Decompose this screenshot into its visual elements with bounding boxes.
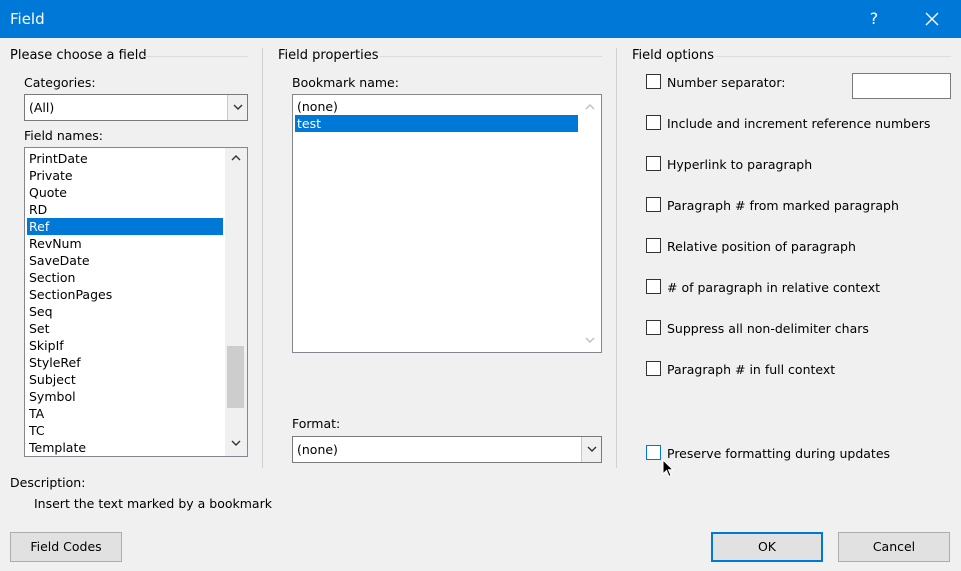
options-group-title: Field options <box>632 48 715 63</box>
field-name-item[interactable]: Section <box>27 269 223 286</box>
choose-group-title: Please choose a field <box>10 48 147 63</box>
option-label[interactable]: Include and increment reference numbers <box>667 116 930 131</box>
field-names-list[interactable]: PrintDate Private Quote RD Ref RevNum SaveDate… <box>24 147 248 457</box>
field-name-item[interactable]: SaveDate <box>27 252 223 269</box>
number-separator-input[interactable] <box>852 73 951 99</box>
field-name-item[interactable]: Set <box>27 320 223 337</box>
field-name-item[interactable]: Quote <box>27 184 223 201</box>
bookmark-item[interactable]: test <box>295 115 578 132</box>
chevron-down-icon[interactable] <box>585 337 595 344</box>
field-name-item[interactable]: Symbol <box>27 388 223 405</box>
option-checkbox[interactable] <box>646 197 661 212</box>
bookmark-list[interactable]: (none) test <box>292 94 602 353</box>
option-checkbox[interactable] <box>646 320 661 335</box>
field-name-item[interactable]: TC <box>27 422 223 439</box>
field-name-item[interactable]: Subject <box>27 371 223 388</box>
preserve-formatting-label[interactable]: Preserve formatting during updates <box>667 446 890 461</box>
properties-group-line <box>380 56 602 57</box>
bookmark-name-label: Bookmark name: <box>292 75 399 90</box>
option-checkbox[interactable] <box>646 156 661 171</box>
cancel-button[interactable]: Cancel <box>838 532 950 562</box>
description-text: Insert the text marked by a bookmark <box>34 496 272 511</box>
field-names-scrollbar[interactable] <box>225 148 247 456</box>
option-label[interactable]: Suppress all non-delimiter chars <box>667 321 869 336</box>
option-checkbox[interactable] <box>646 115 661 130</box>
field-name-item[interactable]: SkipIf <box>27 337 223 354</box>
bookmark-item[interactable]: (none) <box>295 98 578 115</box>
choose-group-line <box>142 56 248 57</box>
mouse-cursor-icon <box>662 459 674 478</box>
option-label[interactable]: Paragraph # in full context <box>667 362 835 377</box>
field-codes-button[interactable]: Field Codes <box>10 532 122 562</box>
help-button[interactable]: ? <box>862 7 886 31</box>
column-divider <box>616 48 617 468</box>
option-checkbox[interactable] <box>646 238 661 253</box>
field-name-item[interactable]: SectionPages <box>27 286 223 303</box>
column-divider <box>262 48 263 468</box>
close-button[interactable] <box>912 0 952 38</box>
option-label[interactable]: # of paragraph in relative context <box>667 280 880 295</box>
field-name-item[interactable]: RevNum <box>27 235 223 252</box>
option-label[interactable]: Relative position of paragraph <box>667 239 856 254</box>
title-bar: Field ? <box>0 0 961 38</box>
field-name-item[interactable]: StyleRef <box>27 354 223 371</box>
field-names-label: Field names: <box>24 128 103 143</box>
properties-group-title: Field properties <box>278 48 379 63</box>
chevron-up-icon[interactable] <box>231 154 241 161</box>
preserve-formatting-checkbox[interactable] <box>646 445 661 460</box>
field-name-item[interactable]: Seq <box>27 303 223 320</box>
format-value: (none) <box>297 442 338 457</box>
options-group-line <box>716 56 951 57</box>
window-title: Field <box>10 10 45 28</box>
format-combo[interactable]: (none) <box>292 436 602 463</box>
field-name-item[interactable]: TA <box>27 405 223 422</box>
categories-label: Categories: <box>24 75 96 90</box>
field-name-item[interactable]: Ref <box>27 218 223 235</box>
option-checkbox[interactable] <box>646 74 661 89</box>
option-label[interactable]: Number separator: <box>667 75 785 90</box>
close-icon <box>925 12 939 26</box>
categories-combo[interactable]: (All) <box>24 94 248 121</box>
option-label[interactable]: Paragraph # from marked paragraph <box>667 198 899 213</box>
categories-dropdown-button[interactable] <box>227 95 247 120</box>
field-name-item[interactable]: Private <box>27 167 223 184</box>
field-name-item[interactable]: PrintDate <box>27 150 223 167</box>
option-checkbox[interactable] <box>646 361 661 376</box>
format-label: Format: <box>292 416 341 431</box>
chevron-down-icon[interactable] <box>231 440 241 447</box>
field-name-item[interactable]: RD <box>27 201 223 218</box>
option-checkbox[interactable] <box>646 279 661 294</box>
bookmark-scrollbar[interactable] <box>579 95 601 352</box>
categories-value: (All) <box>29 100 55 115</box>
chevron-up-icon[interactable] <box>585 103 595 110</box>
option-label[interactable]: Hyperlink to paragraph <box>667 157 812 172</box>
field-name-item[interactable]: Template <box>27 439 223 456</box>
scrollbar-thumb[interactable] <box>227 346 244 408</box>
description-label: Description: <box>10 475 86 490</box>
ok-button[interactable]: OK <box>711 532 823 562</box>
chevron-down-icon <box>587 446 597 452</box>
chevron-down-icon <box>233 104 243 110</box>
format-dropdown-button[interactable] <box>581 437 601 462</box>
